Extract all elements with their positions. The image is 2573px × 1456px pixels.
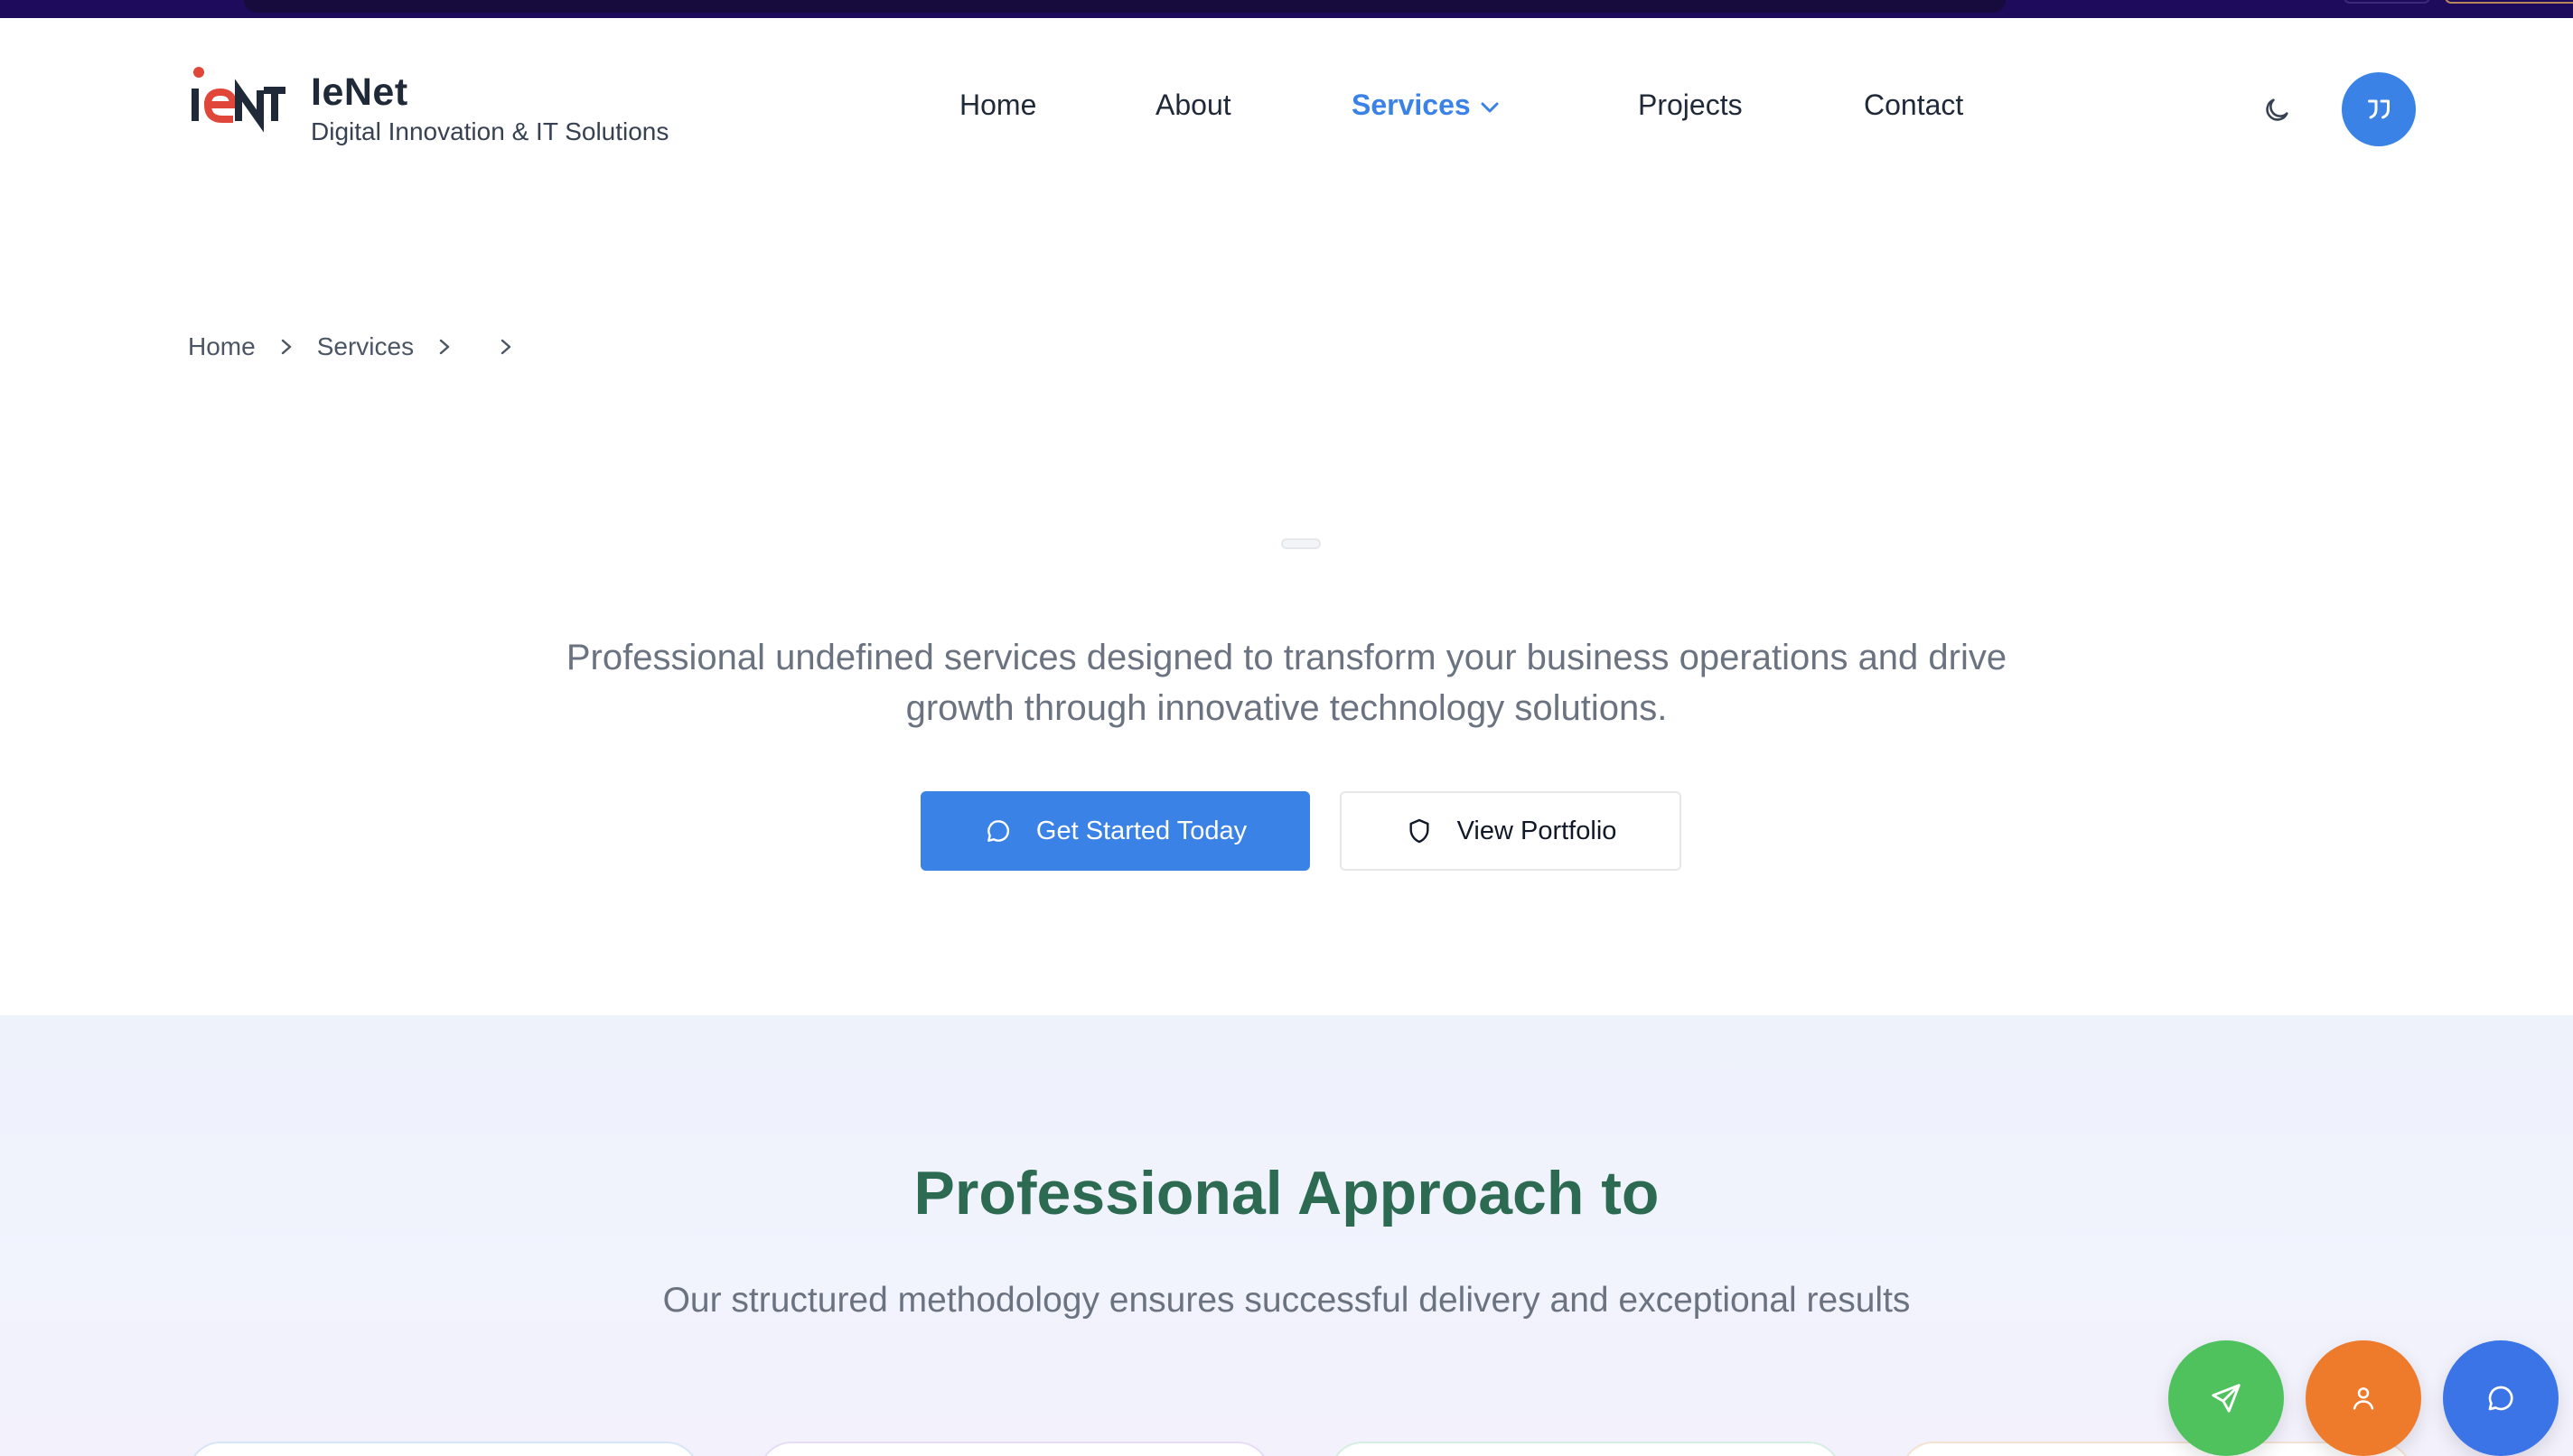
brand-logo[interactable] (188, 61, 287, 134)
chevron-right-icon (499, 338, 513, 356)
chevron-down-icon (1481, 102, 1499, 113)
user-menu-button[interactable] (2342, 72, 2416, 146)
nav-services-label: Services (1352, 89, 1471, 121)
top-banner-pill[interactable] (2445, 0, 2573, 4)
view-portfolio-label: View Portfolio (1456, 816, 1617, 845)
top-banner-strip (0, 0, 2573, 18)
breadcrumb-home[interactable]: Home (188, 332, 256, 361)
approach-card (188, 1442, 699, 1456)
nav-services[interactable]: Services (1352, 89, 1500, 122)
nav-projects[interactable]: Projects (1638, 89, 1743, 122)
approach-card (759, 1442, 1270, 1456)
shield-icon (1409, 818, 1429, 844)
brand-name[interactable]: IeNet (311, 70, 408, 115)
hero-badge (1281, 538, 1321, 549)
send-icon (2212, 1384, 2241, 1413)
chevron-right-icon (437, 338, 452, 356)
get-started-button[interactable]: Get Started Today (921, 791, 1310, 871)
nav-home[interactable]: Home (959, 89, 1036, 122)
approach-title: Professional Approach to (913, 1159, 1660, 1227)
view-portfolio-button[interactable]: View Portfolio (1340, 791, 1681, 871)
approach-subtitle: Our structured methodology ensures succe… (662, 1281, 1911, 1320)
approach-card (1330, 1442, 1841, 1456)
nav-contact[interactable]: Contact (1864, 89, 1963, 122)
chevron-right-icon (279, 338, 294, 356)
breadcrumb: Home Services (188, 332, 537, 361)
breadcrumb-services[interactable]: Services (317, 332, 414, 361)
chat-bubble-icon (987, 820, 1009, 842)
user-fab[interactable] (2306, 1340, 2421, 1456)
chat-bubble-icon (2488, 1386, 2513, 1411)
get-started-label: Get Started Today (1035, 816, 1248, 845)
top-banner-pill[interactable] (2344, 0, 2430, 4)
nav-about[interactable]: About (1156, 89, 1231, 122)
top-banner-inner (244, 0, 2006, 13)
user-icon (2353, 1387, 2374, 1410)
moon-icon (2266, 98, 2288, 121)
hero-description: Professional undefined services designed… (566, 638, 2007, 728)
quote-icon (2368, 99, 2390, 119)
theme-toggle-button[interactable] (2255, 89, 2298, 132)
chat-fab[interactable] (2443, 1340, 2559, 1456)
brand-tagline: Digital Innovation & IT Solutions (311, 117, 669, 145)
send-message-fab[interactable] (2168, 1340, 2284, 1456)
site-header: IeNet Digital Innovation & IT Solutions … (0, 18, 2573, 164)
